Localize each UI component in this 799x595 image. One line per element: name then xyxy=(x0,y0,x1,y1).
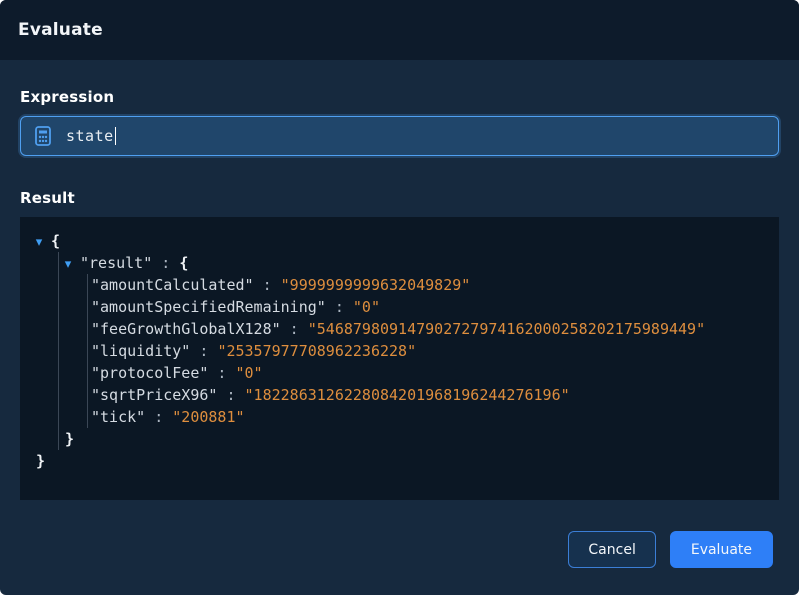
json-key: "tick" xyxy=(91,408,146,426)
json-colon: : xyxy=(145,408,173,426)
dialog-footer: Cancel Evaluate xyxy=(0,531,799,595)
json-value: "0" xyxy=(235,364,263,382)
evaluate-button[interactable]: Evaluate xyxy=(669,531,773,568)
expression-input-value: state xyxy=(66,127,114,145)
json-line: "amountSpecifiedRemaining" : "0" xyxy=(20,296,779,318)
json-brace: } xyxy=(36,452,46,470)
json-colon: : xyxy=(152,254,180,272)
cancel-button[interactable]: Cancel xyxy=(568,531,656,568)
json-key: "sqrtPriceX96" xyxy=(91,386,218,404)
indent-guide xyxy=(58,252,59,450)
json-key: "amountSpecifiedRemaining" xyxy=(91,298,326,316)
json-key: "protocolFee" xyxy=(91,364,209,382)
dialog-body: Expression state Result ▾ {▾ "result":… xyxy=(0,60,799,531)
json-line: "feeGrowthGlobalX128" : "546879809147902… xyxy=(20,318,779,340)
json-colon: : xyxy=(280,320,308,338)
json-key: "feeGrowthGlobalX128" xyxy=(91,320,281,338)
json-line: } xyxy=(20,450,779,472)
json-colon: : xyxy=(325,298,353,316)
json-value: "200881" xyxy=(172,408,245,426)
dialog-title: Evaluate xyxy=(18,20,103,40)
json-brace: { xyxy=(51,232,61,250)
json-key: "result" xyxy=(80,254,153,272)
json-value: "546879809147902727974162000258202175989… xyxy=(307,320,706,338)
text-caret xyxy=(114,127,117,145)
dialog-header: Evaluate xyxy=(0,0,799,60)
json-colon: : xyxy=(208,364,236,382)
json-brace: { xyxy=(179,254,189,272)
json-line: "amountCalculated" : "999999999963204982… xyxy=(20,274,779,296)
json-line: "sqrtPriceX96" : "1822863126228084201968… xyxy=(20,384,779,406)
json-line: "tick" : "200881" xyxy=(20,406,779,428)
json-value: "0" xyxy=(352,298,380,316)
indent-guide xyxy=(87,274,88,428)
expand-arrow-icon[interactable]: ▾ xyxy=(61,254,75,276)
result-panel: ▾{▾ "result" : {"amountCalculated" : "999… xyxy=(20,217,779,500)
expression-label: Expression xyxy=(20,88,115,106)
json-line: ▾ "result" : { xyxy=(20,252,779,274)
result-tree: ▾{▾ "result" : {"amountCalculated" : "999… xyxy=(20,230,779,472)
json-value: "25357977708962236228" xyxy=(217,342,417,360)
json-value: "9999999999632049829" xyxy=(280,276,471,294)
json-line: "protocolFee" : "0" xyxy=(20,362,779,384)
json-colon: : xyxy=(190,342,218,360)
evaluate-dialog: Evaluate Expression state Result ▾ {▾ "… xyxy=(0,0,799,595)
json-line: } xyxy=(20,428,779,450)
json-line: ▾{ xyxy=(20,230,779,252)
json-key: "amountCalculated" xyxy=(91,276,254,294)
expand-arrow-icon[interactable]: ▾ xyxy=(32,232,46,254)
json-colon: : xyxy=(217,386,245,404)
json-key: "liquidity" xyxy=(91,342,191,360)
expression-input[interactable]: state xyxy=(20,116,779,156)
json-colon: : xyxy=(253,276,281,294)
result-label: Result xyxy=(20,189,75,207)
json-line: "liquidity" : "25357977708962236228" xyxy=(20,340,779,362)
calculator-icon xyxy=(35,126,51,146)
json-value: "1822863126228084201968196244276196" xyxy=(244,386,570,404)
json-brace: } xyxy=(65,430,75,448)
